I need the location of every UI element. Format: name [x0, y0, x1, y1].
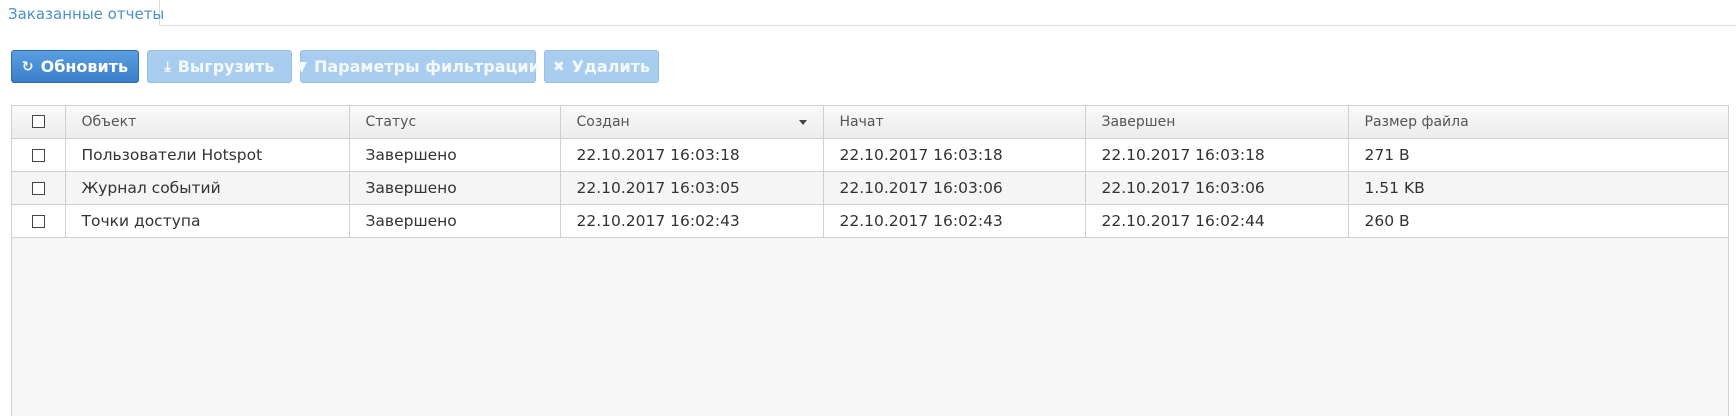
cell-finished: 22.10.2017 16:03:06 [1085, 171, 1349, 205]
cell-object: Журнал событий [65, 171, 350, 205]
table-row[interactable]: Пользователи Hotspot Завершено 22.10.201… [12, 138, 1728, 172]
delete-button-label: Удалить [571, 57, 651, 76]
export-button-label: Выгрузить [177, 57, 275, 76]
row-select-cell [12, 204, 66, 238]
cell-status: Завершено [349, 138, 561, 172]
reports-table: Объект Статус Создан Начат Завершен Разм… [12, 106, 1728, 238]
column-header-created[interactable]: Создан [560, 106, 824, 139]
export-button[interactable]: ⤓ Выгрузить [147, 50, 292, 83]
column-header-finished[interactable]: Завершен [1085, 106, 1349, 139]
refresh-button[interactable]: ↻ Обновить [11, 50, 139, 83]
cell-started: 22.10.2017 16:03:06 [823, 171, 1086, 205]
filter-settings-button[interactable]: ▼ Параметры фильтрации [296, 50, 540, 83]
refresh-button-label: Обновить [40, 57, 129, 76]
cell-started: 22.10.2017 16:02:43 [823, 204, 1086, 238]
row-checkbox[interactable] [31, 214, 45, 228]
cell-status: Завершено [349, 204, 561, 238]
table-row[interactable]: Точки доступа Завершено 22.10.2017 16:02… [12, 204, 1728, 238]
column-header-file-size[interactable]: Размер файла [1348, 106, 1728, 139]
cell-created: 22.10.2017 16:03:18 [560, 138, 824, 172]
column-header-object[interactable]: Объект [65, 106, 350, 139]
table-header-row: Объект Статус Создан Начат Завершен Разм… [12, 106, 1728, 139]
delete-button[interactable]: ✖ Удалить [544, 50, 659, 83]
tab-ordered-reports[interactable]: Заказанные отчеты [0, 0, 164, 26]
cell-created: 22.10.2017 16:02:43 [560, 204, 824, 238]
column-header-started[interactable]: Начат [823, 106, 1086, 139]
cell-file-size: 1.51 KB [1348, 171, 1728, 205]
cell-file-size: 271 B [1348, 138, 1728, 172]
cell-finished: 22.10.2017 16:03:18 [1085, 138, 1349, 172]
select-all-checkbox[interactable] [31, 115, 45, 129]
table-row[interactable]: Журнал событий Завершено 22.10.2017 16:0… [12, 171, 1728, 205]
filter-icon: ▼ [296, 58, 307, 75]
row-checkbox[interactable] [31, 181, 45, 195]
close-icon: ✖ [552, 58, 565, 75]
row-checkbox[interactable] [31, 148, 45, 162]
cell-created: 22.10.2017 16:03:05 [560, 171, 824, 205]
cell-object: Точки доступа [65, 204, 350, 238]
row-select-cell [12, 171, 66, 205]
refresh-icon: ↻ [21, 58, 34, 75]
cell-file-size: 260 B [1348, 204, 1728, 238]
column-header-status[interactable]: Статус [349, 106, 561, 139]
cell-status: Завершено [349, 171, 561, 205]
row-select-cell [12, 138, 66, 172]
cell-object: Пользователи Hotspot [65, 138, 350, 172]
cell-finished: 22.10.2017 16:02:44 [1085, 204, 1349, 238]
reports-grid: Объект Статус Создан Начат Завершен Разм… [11, 105, 1729, 416]
column-header-created-label: Создан [576, 113, 630, 130]
cell-started: 22.10.2017 16:03:18 [823, 138, 1086, 172]
download-icon: ⤓ [164, 58, 171, 75]
filter-settings-button-label: Параметры фильтрации [313, 57, 540, 76]
tab-bar: Заказанные отчеты [0, 0, 1736, 26]
sort-desc-icon [798, 120, 807, 125]
select-all-header [12, 106, 66, 139]
